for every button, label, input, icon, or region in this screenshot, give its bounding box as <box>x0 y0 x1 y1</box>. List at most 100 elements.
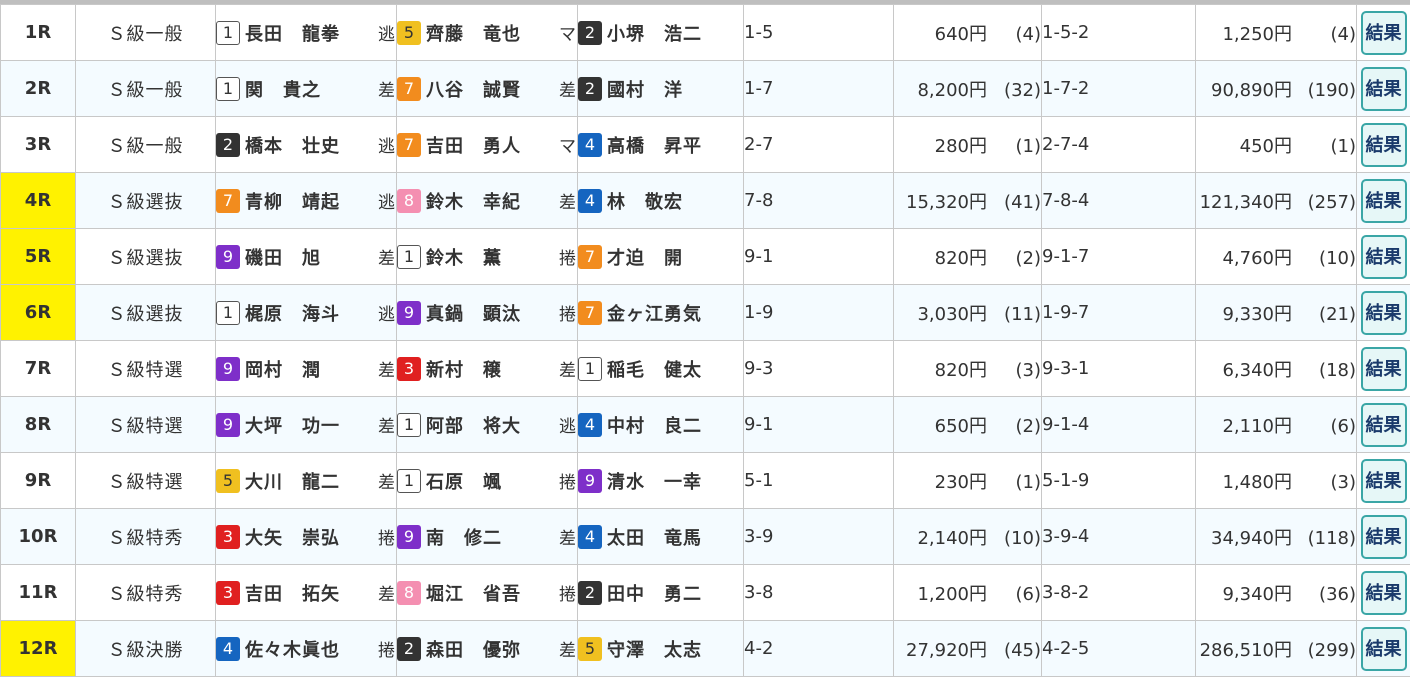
third-place-rider-name: 高橋 昇平 <box>607 135 702 157</box>
result-button[interactable]: 結果 <box>1360 346 1407 391</box>
car-number-badge: 7 <box>216 188 240 213</box>
result-button-cell: 結果 <box>1356 60 1410 117</box>
third-place-rider-name: 金ヶ江勇気 <box>607 303 702 325</box>
first-place-tactic: 逃 <box>378 137 395 157</box>
result-button[interactable]: 結果 <box>1360 66 1407 111</box>
trifecta-combination: 3-9-4 <box>1041 508 1196 565</box>
exacta-payout-cell: 280円 (1) <box>893 116 1042 173</box>
car-number-badge: 4 <box>216 636 240 661</box>
second-place-rider-name: 堀江 省吾 <box>426 583 521 605</box>
race-number: 8R <box>0 396 76 453</box>
result-button[interactable]: 結果 <box>1360 10 1407 55</box>
first-place-rider-name: 大川 龍二 <box>245 471 340 493</box>
car-number-badge: 7 <box>578 300 602 325</box>
exacta-payout-cell: 820円 (2) <box>893 228 1042 285</box>
trifecta-payout-cell: 1,480円 (3) <box>1195 452 1357 509</box>
second-place-cell: 9 真鍋 顕汰 捲 <box>396 284 578 341</box>
second-place-rider-name: 森田 優弥 <box>426 639 521 661</box>
second-place-cell: 1 阿部 将大 逃 <box>396 396 578 453</box>
result-button-cell: 結果 <box>1356 284 1410 341</box>
result-button-cell: 結果 <box>1356 340 1410 397</box>
race-number: 6R <box>0 284 76 341</box>
trifecta-popularity: (190) <box>1307 79 1356 101</box>
race-number: 5R <box>0 228 76 285</box>
exacta-combination: 7-8 <box>743 172 894 229</box>
trifecta-payout: 450円 <box>1239 135 1292 157</box>
car-number-badge: 1 <box>216 20 240 45</box>
result-button-cell: 結果 <box>1356 172 1410 229</box>
exacta-popularity: (2) <box>1015 247 1041 269</box>
result-button[interactable]: 結果 <box>1360 234 1407 279</box>
result-button[interactable]: 結果 <box>1360 626 1407 671</box>
car-number-badge: 1 <box>216 76 240 101</box>
car-number-badge: 1 <box>397 244 421 269</box>
trifecta-payout: 6,340円 <box>1222 359 1292 381</box>
race-number: 12R <box>0 620 76 677</box>
third-place-cell: 4 中村 良二 <box>577 396 744 453</box>
car-number-badge: 9 <box>397 300 421 325</box>
trifecta-popularity: (21) <box>1319 303 1356 325</box>
exacta-popularity: (2) <box>1015 415 1041 437</box>
first-place-rider-name: 大坪 功一 <box>245 415 340 437</box>
car-number-badge: 9 <box>397 524 421 549</box>
race-row: 2R Ｓ級一般 1 関 貴之差 7 八谷 誠賢差 2 國村 洋 1-7 8,200円 (32) 1-7… <box>0 60 1410 117</box>
third-place-rider-name: 國村 洋 <box>607 79 683 101</box>
result-button[interactable]: 結果 <box>1360 458 1407 503</box>
first-place-rider-name: 梶原 海斗 <box>245 303 340 325</box>
trifecta-payout-cell: 9,340円 (36) <box>1195 564 1357 621</box>
first-place-tactic: 差 <box>378 473 395 493</box>
race-row: 5R Ｓ級選抜 9 磯田 旭差 1 鈴木 薫捲 7 才迫 開 9-1 820円 (2) 9-1-7 4,… <box>0 228 1410 285</box>
trifecta-combination: 4-2-5 <box>1041 620 1196 677</box>
car-number-badge: 4 <box>578 188 602 213</box>
result-button[interactable]: 結果 <box>1360 122 1407 167</box>
first-place-cell: 1関 貴之 差 <box>215 60 397 117</box>
exacta-combination: 5-1 <box>743 452 894 509</box>
second-place-rider-name: 鈴木 薫 <box>426 247 502 269</box>
third-place-cell: 4 高橋 昇平 <box>577 116 744 173</box>
first-place-cell: 9 磯田 旭 差 <box>215 228 397 285</box>
car-number-badge: 8 <box>397 188 421 213</box>
first-place-rider-name: 関 貴之 <box>245 79 321 101</box>
second-place-rider-name: 新村 穣 <box>426 359 502 381</box>
second-place-rider-name: 真鍋 顕汰 <box>426 303 521 325</box>
exacta-payout: 27,920円 <box>906 639 987 661</box>
race-rows: 1R Ｓ級一般 1 長田 龍拳逃 5 齊藤 竜也マ 2 小堺 浩二 1-5 640円 (4) 1-5-… <box>0 4 1410 677</box>
result-button[interactable]: 結果 <box>1360 178 1407 223</box>
exacta-popularity: (3) <box>1015 359 1041 381</box>
race-row: 10R Ｓ級特秀 3 大矢 崇弘捲 9 南 修二差 4 太田 竜馬 3-9 2,140円 (10) 3… <box>0 508 1410 565</box>
third-place-cell: 4林 敬宏 <box>577 172 744 229</box>
result-button[interactable]: 結果 <box>1360 514 1407 559</box>
third-place-rider-name: 小堺 浩二 <box>607 23 702 45</box>
exacta-combination: 9-1 <box>743 396 894 453</box>
car-number-badge: 9 <box>216 244 240 269</box>
exacta-payout-cell: 640円 (4) <box>893 4 1042 61</box>
race-grade: Ｓ級選抜 <box>75 284 216 341</box>
trifecta-payout-cell: 4,760円 (10) <box>1195 228 1357 285</box>
exacta-payout: 8,200円 <box>917 79 987 101</box>
car-number-badge: 5 <box>216 468 240 493</box>
car-number-badge: 1 <box>397 412 421 437</box>
second-place-cell: 7 吉田 勇人 マ <box>396 116 578 173</box>
result-button[interactable]: 結果 <box>1360 290 1407 335</box>
result-button-cell: 結果 <box>1356 564 1410 621</box>
exacta-popularity: (1) <box>1015 135 1041 157</box>
first-place-cell: 9 岡村 潤 差 <box>215 340 397 397</box>
exacta-payout: 15,320円 <box>906 191 987 213</box>
exacta-payout-cell: 230円 (1) <box>893 452 1042 509</box>
second-place-tactic: マ <box>559 25 576 45</box>
result-button[interactable]: 結果 <box>1360 570 1407 615</box>
race-row: 9R Ｓ級特選 5 大川 龍二差 1 石原 颯捲 9 清水 一幸 5-1 230円 (1) 5-1-9… <box>0 452 1410 509</box>
race-grade: Ｓ級特秀 <box>75 508 216 565</box>
car-number-badge: 3 <box>216 524 240 549</box>
trifecta-payout-cell: 450円 (1) <box>1195 116 1357 173</box>
second-place-cell: 3 新村 穣 差 <box>396 340 578 397</box>
result-button-cell: 結果 <box>1356 396 1410 453</box>
trifecta-payout-cell: 34,940円 (118) <box>1195 508 1357 565</box>
third-place-rider-name: 中村 良二 <box>607 415 702 437</box>
car-number-badge: 1 <box>216 300 240 325</box>
result-button[interactable]: 結果 <box>1360 402 1407 447</box>
second-place-cell: 1 鈴木 薫 捲 <box>396 228 578 285</box>
car-number-badge: 5 <box>397 20 421 45</box>
first-place-tactic: 捲 <box>378 641 395 661</box>
exacta-combination: 1-9 <box>743 284 894 341</box>
